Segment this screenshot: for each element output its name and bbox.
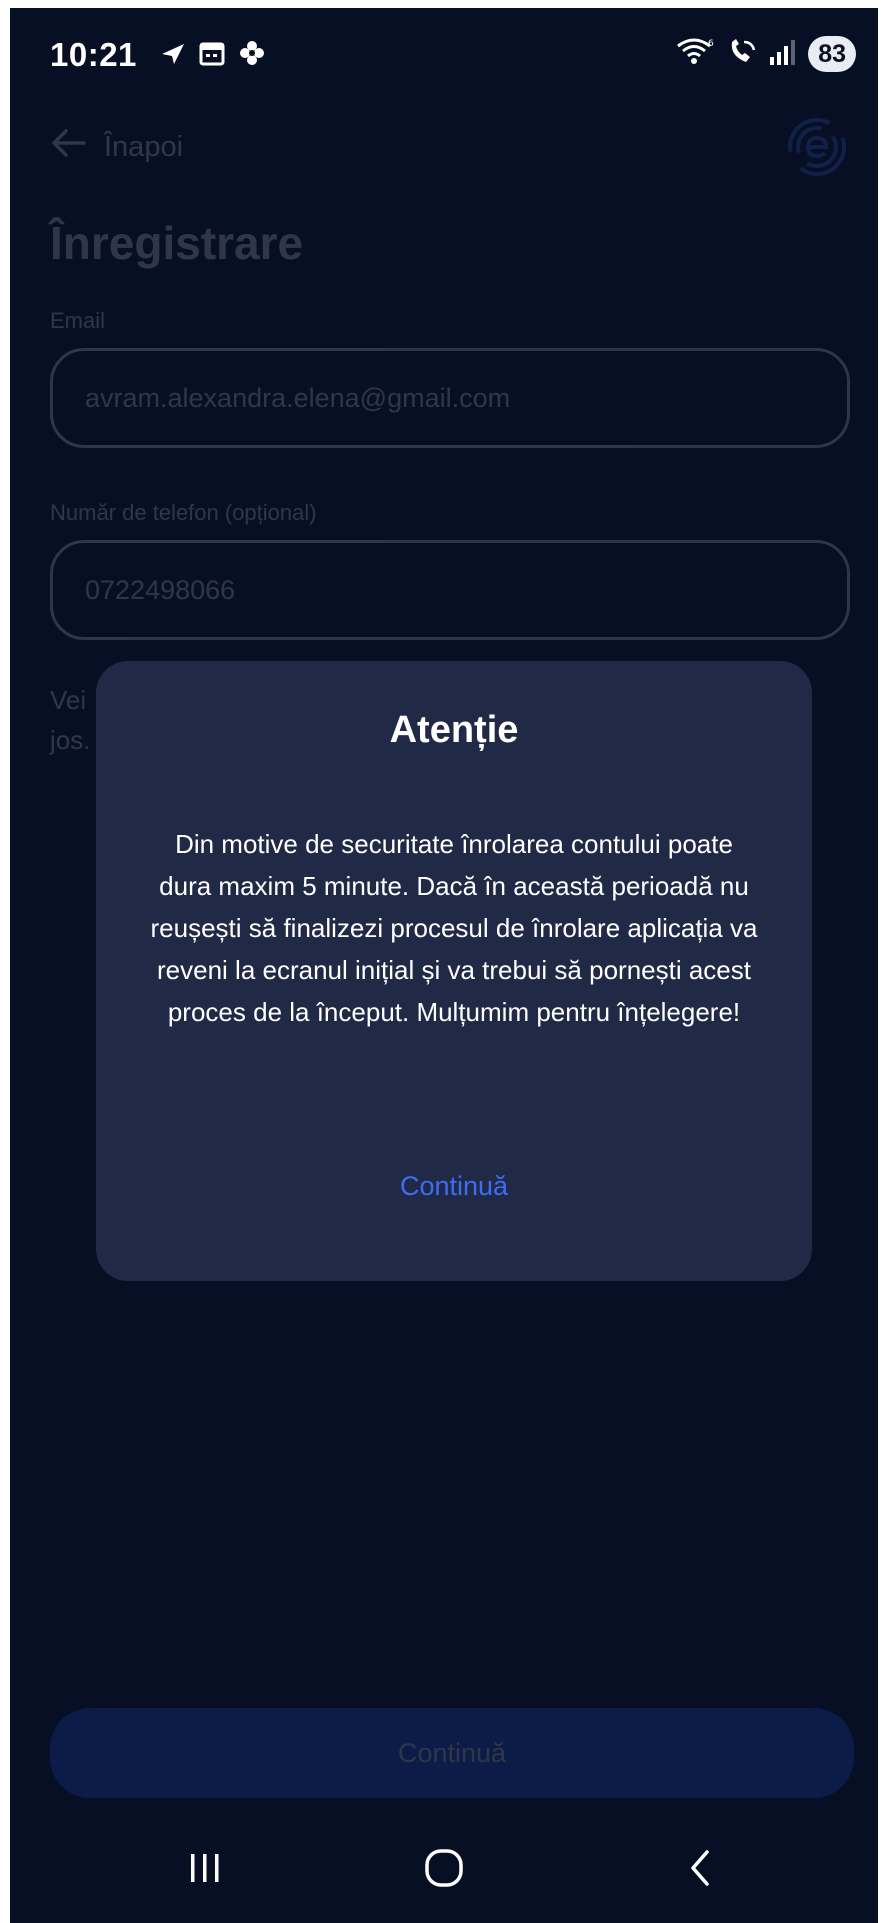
continue-button[interactable]: Continuă	[50, 1708, 854, 1798]
arrow-left-icon	[50, 128, 86, 166]
dialog-continue-button[interactable]: Continuă	[96, 1171, 812, 1202]
dialog-title: Atenție	[389, 709, 519, 751]
attention-dialog: Atenție Din motive de securitate înrolar…	[96, 661, 812, 1281]
page-title: Înregistrare	[50, 217, 304, 269]
brand-logo-icon	[786, 116, 848, 178]
email-field[interactable]: avram.alexandra.elena@gmail.com	[50, 348, 850, 448]
email-label: Email	[50, 308, 106, 333]
recent-apps-button[interactable]	[175, 1843, 235, 1893]
phone-label: Număr de telefon (opțional)	[50, 500, 317, 525]
recent-apps-icon	[191, 1854, 219, 1882]
continue-button-label: Continuă	[397, 1737, 507, 1768]
phone-value: 0722498066	[85, 574, 236, 605]
home-icon	[425, 1849, 463, 1887]
back-nav-button[interactable]	[670, 1843, 730, 1893]
system-navigation-bar	[10, 1803, 878, 1923]
phone-field[interactable]: 0722498066	[50, 540, 850, 640]
email-value: avram.alexandra.elena@gmail.com	[85, 382, 511, 413]
dialog-message: Din motive de securitate înrolarea contu…	[150, 829, 758, 1027]
back-button[interactable]: Înapoi	[50, 128, 183, 166]
chevron-left-icon	[691, 1850, 709, 1886]
phone-screen: 10:21 6 83 Înapoi Înregistrare Email avr…	[10, 8, 878, 1923]
home-button[interactable]	[414, 1843, 474, 1893]
back-label: Înapoi	[104, 130, 184, 163]
